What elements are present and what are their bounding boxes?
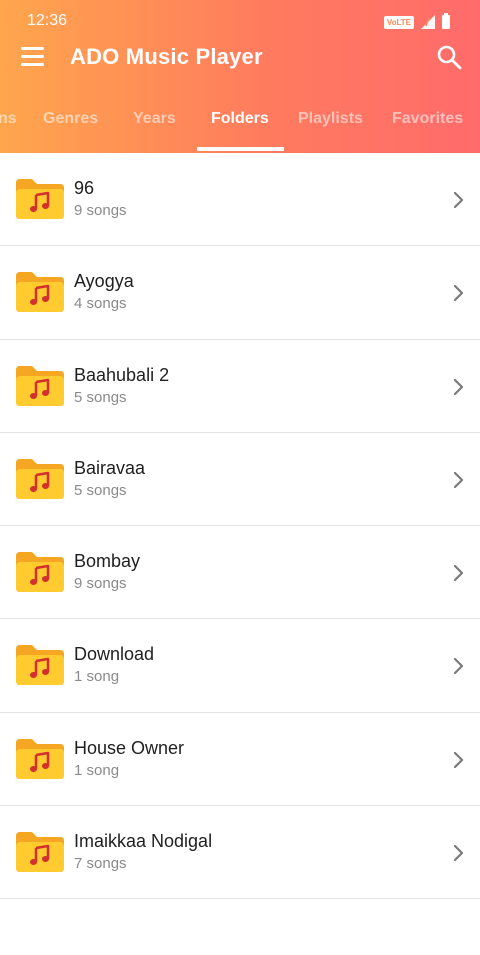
chevron-right-icon [453,378,464,395]
folder-name: House Owner [74,737,185,758]
tab-years[interactable]: Years [133,110,176,128]
folder-name: Baahubali 2 [74,364,170,385]
chevron-right-icon [453,844,464,862]
search-icon[interactable] [434,42,464,72]
folder-song-count: 5 songs [74,481,127,499]
list-item[interactable]: Ayogya 4 songs [0,246,480,340]
chevron-right-icon [453,658,464,675]
music-folder-icon [16,458,64,499]
signal-icon [421,15,435,29]
app-title: ADO Music Player [70,44,263,69]
music-folder-icon [16,832,64,873]
chevron-right-icon [453,191,464,209]
folder-song-count: 9 songs [74,575,127,593]
chevron-right-icon [453,471,464,488]
tab-indicator [197,147,284,151]
tab-favorites[interactable]: Favorites [392,110,463,128]
hamburger-menu-icon[interactable] [20,46,46,68]
volte-icon: VoLTE [383,15,414,29]
folder-song-count: 5 songs [74,388,127,406]
app-bar: ADO Music Player [0,36,480,80]
folder-name: 96 [74,178,95,198]
list-item[interactable]: Bairavaa 5 songs [0,432,480,527]
folder-name: Bombay [74,551,141,572]
list-item[interactable]: Baahubali 2 5 songs [0,339,480,433]
folder-name: Ayogya [74,271,134,292]
list-item[interactable]: Imaikkaa Nodigal 7 songs [0,806,480,900]
list-item[interactable]: Bombay 9 songs [0,526,480,620]
folder-name: Download [74,644,155,665]
tab-genres[interactable]: Genres [43,110,98,128]
folder-song-count: 9 songs [74,202,127,219]
folder-name: Imaikkaa Nodigal [74,831,213,852]
battery-icon [442,13,450,29]
status-icons: VoLTE [383,13,450,31]
chevron-right-icon [453,565,464,582]
tab-playlists[interactable]: Playlists [298,110,363,128]
folder-song-count: 1 song [74,761,120,779]
header: 12:36 VoLTE ADO Music Player ns Genres Y… [0,0,480,153]
music-folder-icon [16,365,64,406]
folder-song-count: 4 songs [74,295,127,313]
folder-list: 96 9 songs Ayogya 4 songs Baahubali 2 5 … [0,153,480,900]
music-folder-icon [16,552,64,593]
tab-folders[interactable]: Folders [211,110,269,128]
list-item[interactable]: House Owner 1 song [0,712,480,807]
status-time: 12:36 [27,12,68,29]
music-folder-icon [16,179,64,219]
tab-albums[interactable]: ns [0,110,17,128]
folder-song-count: 7 songs [74,855,127,873]
folder-name: Bairavaa [74,457,146,478]
music-folder-icon [16,738,64,779]
chevron-right-icon [453,751,464,768]
music-folder-icon [16,645,64,686]
music-folder-icon [16,272,64,313]
tab-bar: ns Genres Years Folders Playlists Favori… [0,94,480,153]
folder-song-count: 1 song [74,668,120,686]
chevron-right-icon [453,285,464,302]
list-item[interactable]: Download 1 song [0,619,480,713]
list-item[interactable]: 96 9 songs [0,153,480,247]
